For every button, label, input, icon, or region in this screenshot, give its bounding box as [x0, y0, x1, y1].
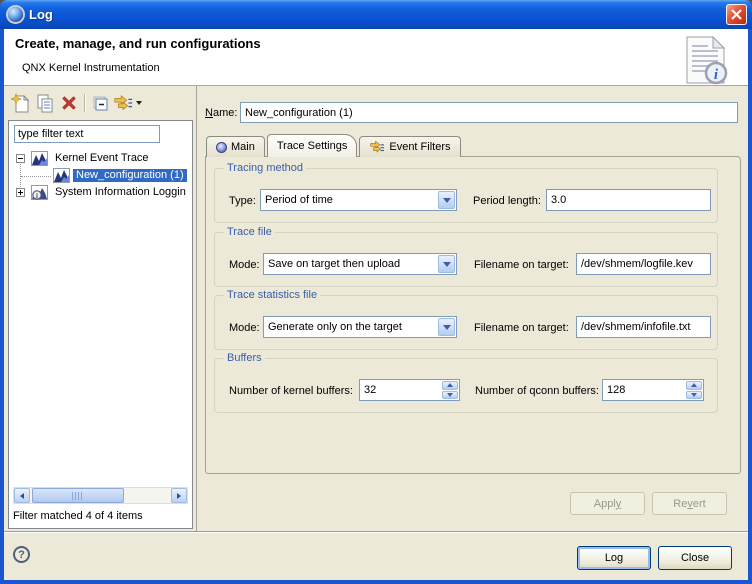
tree-item-kernel-event-trace[interactable]: Kernel Event Trace: [9, 150, 192, 167]
tab-event-filters[interactable]: Event Filters: [359, 136, 460, 157]
name-input[interactable]: [240, 102, 738, 123]
group-title: Trace file: [224, 226, 275, 238]
trace-file-mode-select[interactable]: Save on target then upload: [263, 253, 457, 275]
tree-item-system-information-logging[interactable]: i System Information Loggin: [9, 184, 192, 201]
window-title: Log: [29, 7, 53, 22]
collapse-all-icon[interactable]: [89, 92, 111, 114]
filename-label: Filename on target:: [474, 322, 569, 334]
scroll-right-icon[interactable]: [171, 488, 187, 503]
help-icon[interactable]: ?: [13, 546, 30, 563]
kernel-buffers-stepper[interactable]: [359, 379, 460, 401]
filter-configurations-icon[interactable]: [112, 92, 134, 114]
panel-divider: [196, 86, 197, 531]
trace-statistics-group: Trace statistics file Mode: Generate onl…: [214, 295, 718, 350]
collapse-expander-icon[interactable]: [16, 154, 25, 163]
tab-main[interactable]: Main: [206, 136, 265, 157]
event-filters-tab-icon: [369, 140, 385, 154]
trace-config-icon: [31, 151, 48, 167]
filename-label: Filename on target:: [474, 259, 569, 271]
delete-configuration-icon[interactable]: [58, 92, 80, 114]
titlebar: Log: [0, 0, 752, 29]
group-title: Tracing method: [224, 162, 306, 174]
spin-down-icon[interactable]: [442, 391, 458, 400]
group-title: Buffers: [224, 352, 265, 364]
qconn-buffers-stepper[interactable]: [602, 379, 704, 401]
close-icon[interactable]: [726, 4, 747, 25]
type-label: Type:: [229, 195, 256, 207]
svg-text:i: i: [36, 192, 38, 200]
system-profiler-icon: i: [31, 185, 48, 201]
spin-up-icon[interactable]: [686, 381, 702, 390]
filter-match-status: Filter matched 4 of 4 items: [13, 510, 143, 522]
page-subtitle: QNX Kernel Instrumentation: [22, 62, 160, 74]
buffers-group: Buffers Number of kernel buffers: Number…: [214, 358, 718, 413]
mode-label: Mode:: [229, 259, 260, 271]
duplicate-configuration-icon[interactable]: [34, 92, 56, 114]
trace-file-group: Trace file Mode: Save on target then upl…: [214, 232, 718, 287]
page-title: Create, manage, and run configurations: [15, 36, 261, 51]
configurations-panel: Kernel Event Trace New_configuration (1): [8, 120, 193, 529]
close-button[interactable]: Close: [658, 546, 732, 570]
filter-menu-chevron-icon[interactable]: [133, 92, 145, 114]
group-title: Trace statistics file: [224, 289, 320, 301]
trace-settings-panel: Tracing method Type: Period of time Peri…: [205, 156, 741, 474]
trace-filename-input[interactable]: [576, 253, 711, 275]
scroll-left-icon[interactable]: [14, 488, 30, 503]
statistics-filename-input[interactable]: [576, 316, 711, 338]
kernel-buffers-input[interactable]: [360, 380, 441, 400]
horizontal-scrollbar[interactable]: [13, 487, 188, 504]
footer-separator: [4, 531, 748, 533]
app-icon: [8, 7, 23, 22]
tree-item-new-configuration[interactable]: New_configuration (1): [9, 167, 192, 184]
tab-trace-settings[interactable]: Trace Settings: [267, 134, 358, 157]
tracing-method-group: Tracing method Type: Period of time Peri…: [214, 168, 718, 223]
log-dialog: Log Create, manage, and run configuratio…: [0, 0, 752, 584]
statistics-mode-select[interactable]: Generate only on the target: [263, 316, 457, 338]
period-length-label: Period length:: [473, 195, 541, 207]
apply-button[interactable]: Apply: [570, 492, 645, 515]
period-length-input[interactable]: [546, 189, 711, 211]
expand-expander-icon[interactable]: [16, 188, 25, 197]
dropdown-chevron-icon[interactable]: [438, 191, 455, 209]
mode-label: Mode:: [229, 322, 260, 334]
revert-button[interactable]: Revert: [652, 492, 727, 515]
main-tab-icon: [216, 142, 227, 153]
dropdown-chevron-icon[interactable]: [438, 255, 455, 273]
log-button[interactable]: Log: [577, 546, 651, 570]
config-tabs: Main Trace Settings Event Filters: [206, 134, 463, 157]
trace-config-icon: [53, 168, 70, 184]
spin-up-icon[interactable]: [442, 381, 458, 390]
info-document-icon: i: [682, 35, 728, 88]
qconn-buffers-label: Number of qconn buffers:: [475, 385, 599, 397]
toolbar-separator: [84, 94, 85, 112]
dropdown-chevron-icon[interactable]: [438, 318, 455, 336]
tracing-type-select[interactable]: Period of time: [260, 189, 457, 211]
new-configuration-icon[interactable]: [9, 92, 31, 114]
name-label: Name:: [205, 107, 237, 119]
filter-input[interactable]: [14, 125, 160, 143]
qconn-buffers-input[interactable]: [603, 380, 685, 400]
spin-down-icon[interactable]: [686, 391, 702, 400]
kernel-buffers-label: Number of kernel buffers:: [229, 385, 353, 397]
scrollbar-thumb[interactable]: [32, 488, 124, 503]
dialog-header: Create, manage, and run configurations Q…: [4, 29, 748, 86]
selected-tree-label: New_configuration (1): [73, 169, 187, 182]
